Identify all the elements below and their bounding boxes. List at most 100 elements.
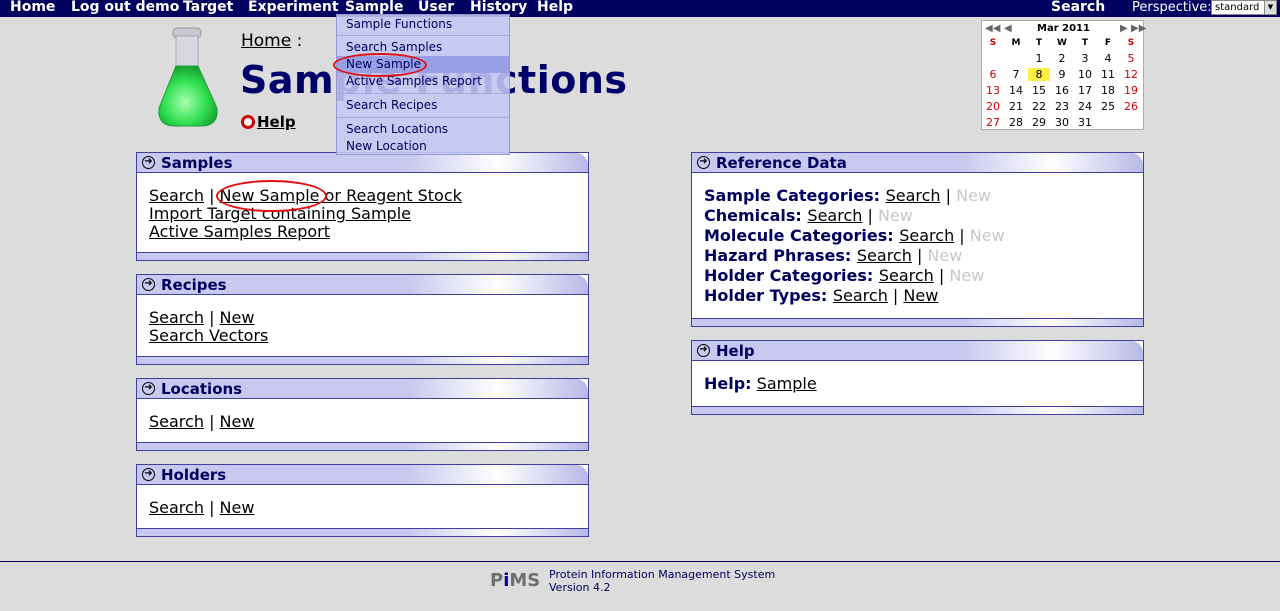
locations-panel-footer: [137, 442, 588, 450]
samples-panel: ➜ Samples Search | New Sample or Reagent…: [136, 152, 589, 261]
reference-search-link[interactable]: Search: [857, 246, 912, 265]
calendar-month: Mar 2011: [1037, 23, 1090, 34]
calendar-day[interactable]: 12: [1120, 68, 1142, 81]
calendar-day[interactable]: 28: [1005, 116, 1027, 129]
reference-new-link[interactable]: New: [903, 286, 938, 305]
arrow-right-icon: ➜: [697, 344, 710, 357]
samples-panel-header: ➜ Samples: [137, 153, 588, 173]
next-month-icon[interactable]: ▶: [1120, 23, 1128, 34]
calendar-day[interactable]: 30: [1051, 116, 1073, 129]
reference-data-panel-title: Reference Data: [716, 154, 847, 172]
arrow-right-icon: ➜: [142, 382, 155, 395]
nav-logout[interactable]: Log out demo: [71, 0, 179, 17]
calendar-dow: S: [1127, 38, 1135, 48]
reference-new-link: New: [956, 186, 991, 205]
locations-panel: ➜ Locations Search | New: [136, 378, 589, 451]
prev-month-icon[interactable]: ◀: [1004, 23, 1012, 34]
perspective-label: Perspective:: [1132, 0, 1212, 15]
arrow-right-icon: ➜: [697, 156, 710, 169]
calendar-day[interactable]: 5: [1120, 52, 1142, 65]
holders-search-link[interactable]: Search: [149, 498, 204, 517]
search-vectors-link[interactable]: Search Vectors: [149, 326, 268, 345]
reference-row-label: Chemicals:: [704, 206, 808, 225]
annotation-oval-menu: [333, 53, 427, 77]
calendar-day[interactable]: 6: [982, 68, 1004, 81]
calendar-day[interactable]: 16: [1051, 84, 1073, 97]
calendar-day[interactable]: 19: [1120, 84, 1142, 97]
reference-row-label: Molecule Categories:: [704, 226, 900, 245]
help-link[interactable]: Help: [241, 113, 296, 131]
reference-search-link[interactable]: Search: [899, 226, 954, 245]
menu-item-new-location[interactable]: New Location: [337, 138, 509, 155]
reference-data-panel: ➜ Reference Data Sample Categories: Sear…: [691, 152, 1144, 327]
next-year-icon[interactable]: ▶▶: [1131, 23, 1146, 34]
annotation-oval-panel: [216, 180, 327, 212]
breadcrumb-separator: :: [296, 31, 303, 51]
calendar-day[interactable]: 4: [1097, 52, 1119, 65]
samples-search-link[interactable]: Search: [149, 186, 204, 205]
recipes-line-1: Search | New: [149, 308, 255, 327]
recipes-panel: ➜ Recipes Search | New Search Vectors: [136, 274, 589, 365]
locations-search-link[interactable]: Search: [149, 412, 204, 431]
locations-panel-title: Locations: [161, 380, 243, 398]
nav-target[interactable]: Target: [183, 0, 233, 17]
reference-search-link[interactable]: Search: [807, 206, 862, 225]
reference-search-link[interactable]: Search: [886, 186, 941, 205]
reference-row-label: Hazard Phrases:: [704, 246, 857, 265]
reference-search-link[interactable]: Search: [879, 266, 934, 285]
locations-new-link[interactable]: New: [220, 412, 255, 431]
calendar-day[interactable]: 13: [982, 84, 1004, 97]
calendar-day[interactable]: 20: [982, 100, 1004, 113]
recipes-new-link[interactable]: New: [220, 308, 255, 327]
recipes-search-link[interactable]: Search: [149, 308, 204, 327]
calendar-day[interactable]: 7: [1005, 68, 1027, 81]
active-samples-report-link[interactable]: Active Samples Report: [149, 222, 330, 241]
calendar-day[interactable]: 15: [1028, 84, 1050, 97]
nav-experiment[interactable]: Experiment: [248, 0, 339, 17]
reference-row: Molecule Categories: Search | New: [704, 226, 1005, 245]
calendar-day[interactable]: 23: [1051, 100, 1073, 113]
calendar-day[interactable]: 26: [1120, 100, 1142, 113]
nav-search[interactable]: Search: [1051, 0, 1105, 17]
top-nav-bar: Home Log out demo Target Experiment Samp…: [0, 0, 1280, 17]
calendar-day[interactable]: 24: [1074, 100, 1096, 113]
perspective-select[interactable]: standard ▼: [1211, 0, 1277, 15]
menu-separator: [337, 93, 509, 94]
calendar-day[interactable]: 1: [1028, 52, 1050, 65]
calendar-day[interactable]: 21: [1005, 100, 1027, 113]
menu-item-search-locations[interactable]: Search Locations: [337, 121, 509, 138]
calendar-day[interactable]: 3: [1074, 52, 1096, 65]
reference-search-link[interactable]: Search: [833, 286, 888, 305]
nav-home[interactable]: Home: [10, 0, 55, 17]
calendar-day[interactable]: 9: [1051, 68, 1073, 81]
help-panel-title: Help: [716, 342, 755, 360]
calendar-day[interactable]: 31: [1074, 116, 1096, 129]
calendar-day[interactable]: 29: [1028, 116, 1050, 129]
menu-item-sample-functions[interactable]: Sample Functions: [337, 16, 509, 33]
reference-new-link: New: [969, 226, 1005, 245]
calendar-day[interactable]: 25: [1097, 100, 1119, 113]
breadcrumb-home-link[interactable]: Home: [241, 31, 291, 51]
holders-new-link[interactable]: New: [220, 498, 255, 517]
calendar-dow: T: [1035, 38, 1043, 48]
calendar-day[interactable]: 18: [1097, 84, 1119, 97]
calendar-day[interactable]: 2: [1051, 52, 1073, 65]
calendar-day[interactable]: 11: [1097, 68, 1119, 81]
nav-help[interactable]: Help: [537, 0, 573, 17]
calendar-day[interactable]: 22: [1028, 100, 1050, 113]
menu-item-search-recipes[interactable]: Search Recipes: [337, 97, 509, 114]
calendar-dow: M: [1011, 38, 1021, 48]
chevron-down-icon: ▼: [1264, 1, 1276, 14]
calendar-day[interactable]: 10: [1074, 68, 1096, 81]
holders-line-1: Search | New: [149, 498, 255, 517]
calendar-day[interactable]: 17: [1074, 84, 1096, 97]
calendar-day-today[interactable]: 8: [1028, 68, 1050, 81]
lifebuoy-icon: [241, 115, 255, 129]
reference-row: Holder Types: Search | New: [704, 286, 939, 305]
calendar-dow: T: [1081, 38, 1089, 48]
calendar-day[interactable]: 14: [1005, 84, 1027, 97]
calendar-day[interactable]: 27: [982, 116, 1004, 129]
prev-year-icon[interactable]: ◀◀: [985, 23, 1000, 34]
reference-data-panel-footer: [692, 318, 1143, 326]
help-sample-link[interactable]: Sample: [757, 374, 817, 393]
